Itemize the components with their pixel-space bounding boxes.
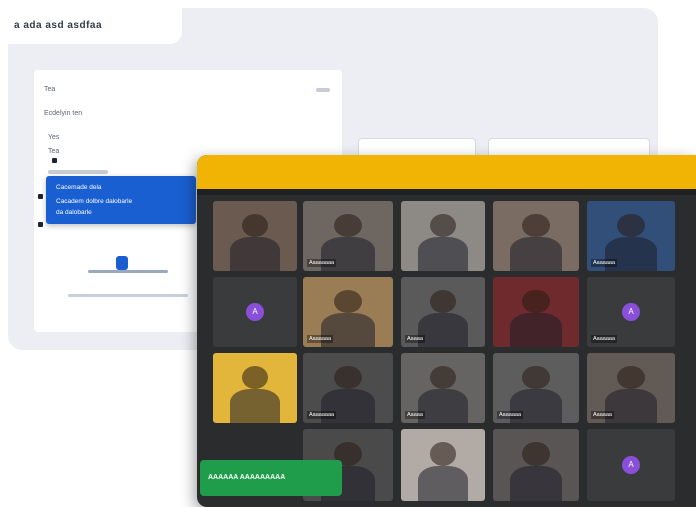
panel-placeholder-line bbox=[48, 170, 108, 174]
participant-avatar: A bbox=[622, 456, 640, 474]
participant-tile[interactable] bbox=[213, 353, 297, 423]
participant-name-label: Aaaaaaaa bbox=[307, 259, 337, 267]
participant-name-label: Aaaaaaaa bbox=[307, 411, 337, 419]
meeting-bar-shadow bbox=[197, 189, 696, 195]
meeting-top-bar bbox=[197, 155, 696, 189]
participant-video-head bbox=[522, 213, 550, 238]
panel-line-4: Tea bbox=[48, 148, 60, 155]
participant-tile[interactable] bbox=[213, 201, 297, 271]
participant-video-head bbox=[241, 213, 269, 238]
participant-video-body bbox=[510, 313, 562, 347]
slider-dots bbox=[88, 270, 168, 273]
participant-tile[interactable] bbox=[401, 201, 485, 271]
bullet-icon bbox=[38, 194, 43, 199]
participant-video-head bbox=[522, 289, 550, 314]
context-menu-item-3[interactable]: da dalobarle bbox=[56, 209, 92, 216]
participant-video-head bbox=[616, 213, 646, 238]
participant-tile[interactable]: A Aaaaaaa bbox=[587, 277, 675, 347]
participant-tile[interactable] bbox=[493, 277, 579, 347]
panel-line-3: Yes bbox=[48, 134, 60, 141]
participant-name-label: Aaaaaaa bbox=[307, 335, 334, 343]
screen-share-banner[interactable]: AAAAAA AAAAAAAAA bbox=[200, 460, 342, 496]
participant-video-body bbox=[417, 313, 469, 347]
participant-video-head bbox=[333, 213, 363, 238]
participant-video-head bbox=[429, 365, 457, 390]
participant-name-label: Aaaaaaa bbox=[591, 335, 618, 343]
participant-tile[interactable]: Aaaaaaa bbox=[493, 353, 579, 423]
participant-tile[interactable]: Aaaaa bbox=[401, 353, 485, 423]
participant-video-head bbox=[333, 289, 363, 314]
participant-tile[interactable] bbox=[401, 429, 485, 501]
participant-tile[interactable]: Aaaaa bbox=[401, 277, 485, 347]
participant-video-head bbox=[241, 365, 269, 390]
context-menu-item-1[interactable]: Cacemade dela bbox=[56, 184, 102, 191]
participant-video-head bbox=[429, 441, 457, 467]
slider-handle[interactable] bbox=[116, 256, 128, 270]
slider-track[interactable] bbox=[68, 294, 188, 297]
participant-video-head bbox=[522, 365, 550, 390]
participant-tile[interactable]: Aaaaaaa bbox=[303, 277, 393, 347]
participant-video-body bbox=[229, 389, 281, 423]
participant-tile[interactable] bbox=[493, 429, 579, 501]
participant-name-label: Aaaaa bbox=[405, 335, 425, 343]
participant-name-label: Aaaaaaa bbox=[497, 411, 524, 419]
participant-tile[interactable]: A bbox=[213, 277, 297, 347]
participant-tile[interactable]: A bbox=[587, 429, 675, 501]
participant-name-label: Aaaaa bbox=[405, 411, 425, 419]
bullet-icon bbox=[38, 222, 43, 227]
participant-video-body bbox=[510, 237, 562, 271]
participant-tile[interactable] bbox=[493, 201, 579, 271]
panel-line-1: Tea bbox=[44, 86, 56, 93]
context-menu-item-2[interactable]: Cacadem dolbre dalobarle bbox=[56, 198, 132, 205]
participant-video-head bbox=[429, 213, 457, 238]
participant-video-body bbox=[417, 237, 469, 271]
participant-video-head bbox=[429, 289, 457, 314]
participant-video-body bbox=[510, 466, 562, 501]
participant-tile[interactable]: Aaaaaaaa bbox=[303, 201, 393, 271]
participant-tile[interactable]: Aaaaaaa bbox=[587, 201, 675, 271]
window-title: a ada asd asdfaa bbox=[8, 8, 182, 44]
participant-video-head bbox=[616, 365, 646, 390]
participant-avatar: A bbox=[246, 303, 264, 321]
participant-video-body bbox=[417, 389, 469, 423]
video-meeting-window: Aaaaaaaa Aaaaaaa A Aaaaaaa Aaaaa A Aaaaaaa Aaaa… bbox=[197, 155, 696, 507]
participant-avatar: A bbox=[622, 303, 640, 321]
participant-tile[interactable]: Aaaaaaaa bbox=[303, 353, 393, 423]
panel-line-2: Ecdelyin ten bbox=[44, 110, 83, 117]
participant-video-head bbox=[333, 365, 363, 390]
participant-tile[interactable]: Aaaaaa bbox=[587, 353, 675, 423]
participant-video-body bbox=[229, 237, 281, 271]
participant-video-body bbox=[417, 466, 469, 501]
panel-divider bbox=[316, 88, 330, 92]
participant-video-head bbox=[522, 441, 550, 467]
context-menu[interactable]: Cacemade dela Cacadem dolbre dalobarle d… bbox=[46, 176, 196, 224]
participant-name-label: Aaaaaa bbox=[591, 411, 614, 419]
bullet-icon bbox=[52, 158, 57, 163]
participant-name-label: Aaaaaaa bbox=[591, 259, 618, 267]
